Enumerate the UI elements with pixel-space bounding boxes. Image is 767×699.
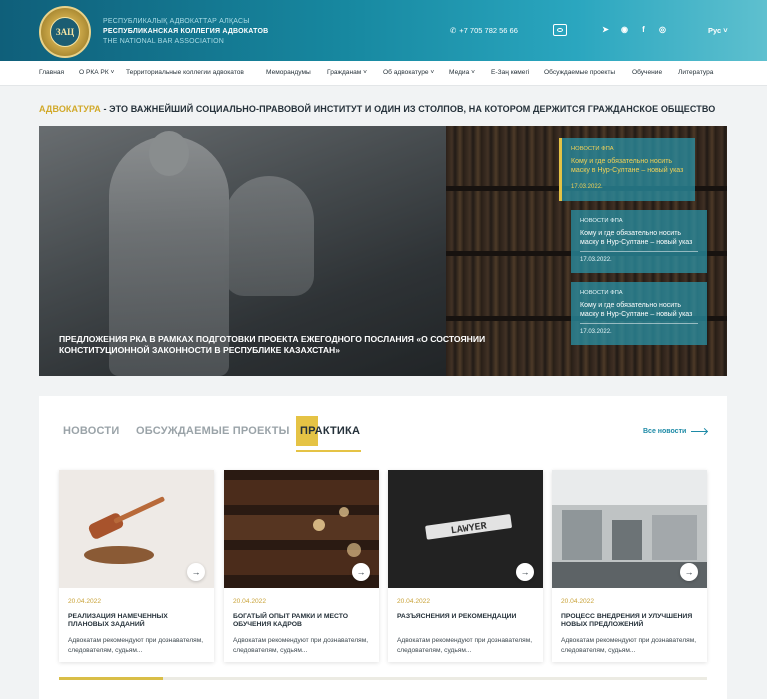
- nav-item-citizens[interactable]: Гражданам ˅: [327, 69, 367, 76]
- card-date: 20.04.2022: [397, 598, 431, 605]
- card-date: 20.04.2022: [233, 598, 267, 605]
- card-excerpt: Адвокатам рекомендуют при дознавателям, …: [397, 637, 533, 654]
- news-card[interactable]: LAWYER → 20.04.2022 РАЗЪЯСНЕНИЯ И РЕКОМЕ…: [388, 470, 543, 662]
- nav-item-territorial[interactable]: Территориальные коллегии адвокатов: [126, 69, 244, 76]
- arrow-right-icon: [691, 431, 708, 432]
- tagline: АДВОКАТУРА - ЭТО ВАЖНЕЙШИЙ СОЦИАЛЬНО-ПРА…: [39, 104, 715, 114]
- carousel-progress[interactable]: [59, 677, 707, 680]
- nav-item-literature[interactable]: Литература: [678, 69, 713, 76]
- news-divider: [580, 251, 698, 252]
- nav-item-citizens-label: Гражданам: [327, 69, 362, 76]
- card-date: 20.04.2022: [68, 598, 102, 605]
- news-card[interactable]: → 20.04.2022 БОГАТЫЙ ОПЫТ РАМКИ И МЕСТО …: [224, 470, 379, 662]
- card-title[interactable]: ПРОЦЕСС ВНЕДРЕНИЯ И УЛУЧШЕНИЯ НОВЫХ ПРЕД…: [561, 613, 701, 628]
- news-panel: НОВОСТИ ОБСУЖДАЕМЫЕ ПРОЕКТЫ ПРАКТИКА Все…: [39, 396, 727, 699]
- hero-news-item[interactable]: НОВОСТИ ФПА Кому и где обязательно носит…: [571, 210, 707, 273]
- main-nav: Главная О РКА РК ˅ Территориальные колле…: [0, 61, 767, 86]
- news-title: Кому и где обязательно носить маску в Ну…: [571, 158, 684, 174]
- news-card[interactable]: → 20.04.2022 РЕАЛИЗАЦИЯ НАМЕЧЕННЫХ ПЛАНО…: [59, 470, 214, 662]
- news-divider: [580, 323, 698, 324]
- nav-item-training[interactable]: Обучение: [632, 69, 662, 76]
- card-date: 20.04.2022: [561, 598, 595, 605]
- tagline-text: - ЭТО ВАЖНЕЙШИЙ СОЦИАЛЬНО-ПРАВОВОЙ ИНСТИ…: [100, 104, 716, 114]
- nav-item-home[interactable]: Главная: [39, 69, 64, 76]
- nav-item-ezan[interactable]: E-Заң көмегі: [491, 69, 529, 76]
- nav-item-about-label: О РКА РК: [79, 69, 109, 76]
- whatsapp-icon[interactable]: ◉: [620, 25, 629, 34]
- news-title: Кому и где обязательно носить маску в Ну…: [580, 302, 693, 318]
- hero-news-item[interactable]: НОВОСТИ ФПА Кому и где обязательно носит…: [559, 138, 695, 201]
- phone-icon: ✆: [450, 26, 457, 35]
- card-excerpt: Адвокатам рекомендуют при дознавателям, …: [68, 637, 204, 654]
- card-open-button[interactable]: →: [187, 563, 205, 581]
- tab-active-underline: [296, 450, 361, 452]
- org-name-kz: РЕСПУБЛИКАЛЫҚ АДВОКАТТАР АЛҚАСЫ: [103, 18, 250, 25]
- org-name-en: THE NATIONAL BAR ASSOCIATION: [103, 38, 224, 45]
- org-name-ru: РЕСПУБЛИКАНСКАЯ КОЛЛЕГИЯ АДВОКАТОВ: [103, 28, 269, 35]
- tab-practice[interactable]: ПРАКТИКА: [300, 425, 360, 437]
- hero-news-item[interactable]: НОВОСТИ ФПА Кому и где обязательно носит…: [571, 282, 707, 345]
- news-date: 17.03.2022.: [580, 329, 612, 335]
- language-label: Рус: [708, 26, 722, 35]
- news-date: 17.03.2022.: [571, 184, 603, 190]
- logo-emblem: ЗАЦ: [50, 17, 80, 47]
- news-category: НОВОСТИ ФПА: [580, 218, 623, 224]
- card-open-button[interactable]: →: [680, 563, 698, 581]
- org-name: РЕСПУБЛИКАЛЫҚ АДВОКАТТАР АЛҚАСЫ РЕСПУБЛИ…: [103, 17, 268, 47]
- social-links: ➤ ◉ f ◎: [601, 25, 667, 34]
- nav-item-memorandums[interactable]: Меморандумы: [266, 69, 311, 76]
- card-title[interactable]: РАЗЪЯСНЕНИЯ И РЕКОМЕНДАЦИИ: [397, 613, 537, 621]
- tab-projects[interactable]: ОБСУЖДАЕМЫЕ ПРОЕКТЫ: [136, 425, 290, 437]
- card-open-button[interactable]: →: [352, 563, 370, 581]
- tagline-accent: АДВОКАТУРА: [39, 104, 101, 114]
- nav-item-advocacy-label: Об адвокатуре: [383, 69, 429, 76]
- facebook-icon[interactable]: f: [639, 25, 648, 34]
- tab-news[interactable]: НОВОСТИ: [63, 425, 119, 437]
- telegram-icon[interactable]: ➤: [601, 25, 610, 34]
- news-title: Кому и где обязательно носить маску в Ну…: [580, 230, 693, 246]
- nav-item-advocacy[interactable]: Об адвокатуре ˅: [383, 69, 434, 76]
- hero-banner[interactable]: ПРЕДЛОЖЕНИЯ РКА В РАМКАХ ПОДГОТОВКИ ПРОЕ…: [39, 126, 727, 376]
- hero-title[interactable]: ПРЕДЛОЖЕНИЯ РКА В РАМКАХ ПОДГОТОВКИ ПРОЕ…: [59, 334, 519, 356]
- nav-item-about[interactable]: О РКА РК ˅: [79, 69, 114, 76]
- accessibility-button[interactable]: [553, 24, 567, 36]
- nav-item-media-label: Медиа: [449, 69, 470, 76]
- news-category: НОВОСТИ ФПА: [571, 146, 614, 152]
- card-title[interactable]: БОГАТЫЙ ОПЫТ РАМКИ И МЕСТО ОБУЧЕНИЯ КАДР…: [233, 613, 373, 628]
- logo[interactable]: ЗАЦ: [39, 6, 91, 58]
- card-title[interactable]: РЕАЛИЗАЦИЯ НАМЕЧЕННЫХ ПЛАНОВЫХ ЗАДАНИЙ: [68, 613, 208, 628]
- instagram-icon[interactable]: ◎: [658, 25, 667, 34]
- news-date: 17.03.2022.: [580, 257, 612, 263]
- carousel-progress-fill: [59, 677, 163, 680]
- card-excerpt: Адвокатам рекомендуют при дознавателям, …: [233, 637, 369, 654]
- phone-link[interactable]: ✆ +7 705 782 56 66: [450, 26, 518, 35]
- card-open-button[interactable]: →: [516, 563, 534, 581]
- eye-icon: [557, 28, 563, 32]
- card-excerpt: Адвокатам рекомендуют при дознавателям, …: [561, 637, 697, 654]
- all-news-link[interactable]: Все новости: [643, 428, 708, 435]
- news-category: НОВОСТИ ФПА: [580, 290, 623, 296]
- phone-number: +7 705 782 56 66: [459, 26, 518, 35]
- top-header: ЗАЦ РЕСПУБЛИКАЛЫҚ АДВОКАТТАР АЛҚАСЫ РЕСП…: [0, 0, 767, 61]
- nav-item-projects[interactable]: Обсуждаемые проекты: [544, 69, 615, 76]
- news-card[interactable]: → 20.04.2022 ПРОЦЕСС ВНЕДРЕНИЯ И УЛУЧШЕН…: [552, 470, 707, 662]
- nav-item-media[interactable]: Медиа ˅: [449, 69, 475, 76]
- all-news-label: Все новости: [643, 428, 687, 435]
- language-select[interactable]: Рус ˅: [708, 26, 728, 35]
